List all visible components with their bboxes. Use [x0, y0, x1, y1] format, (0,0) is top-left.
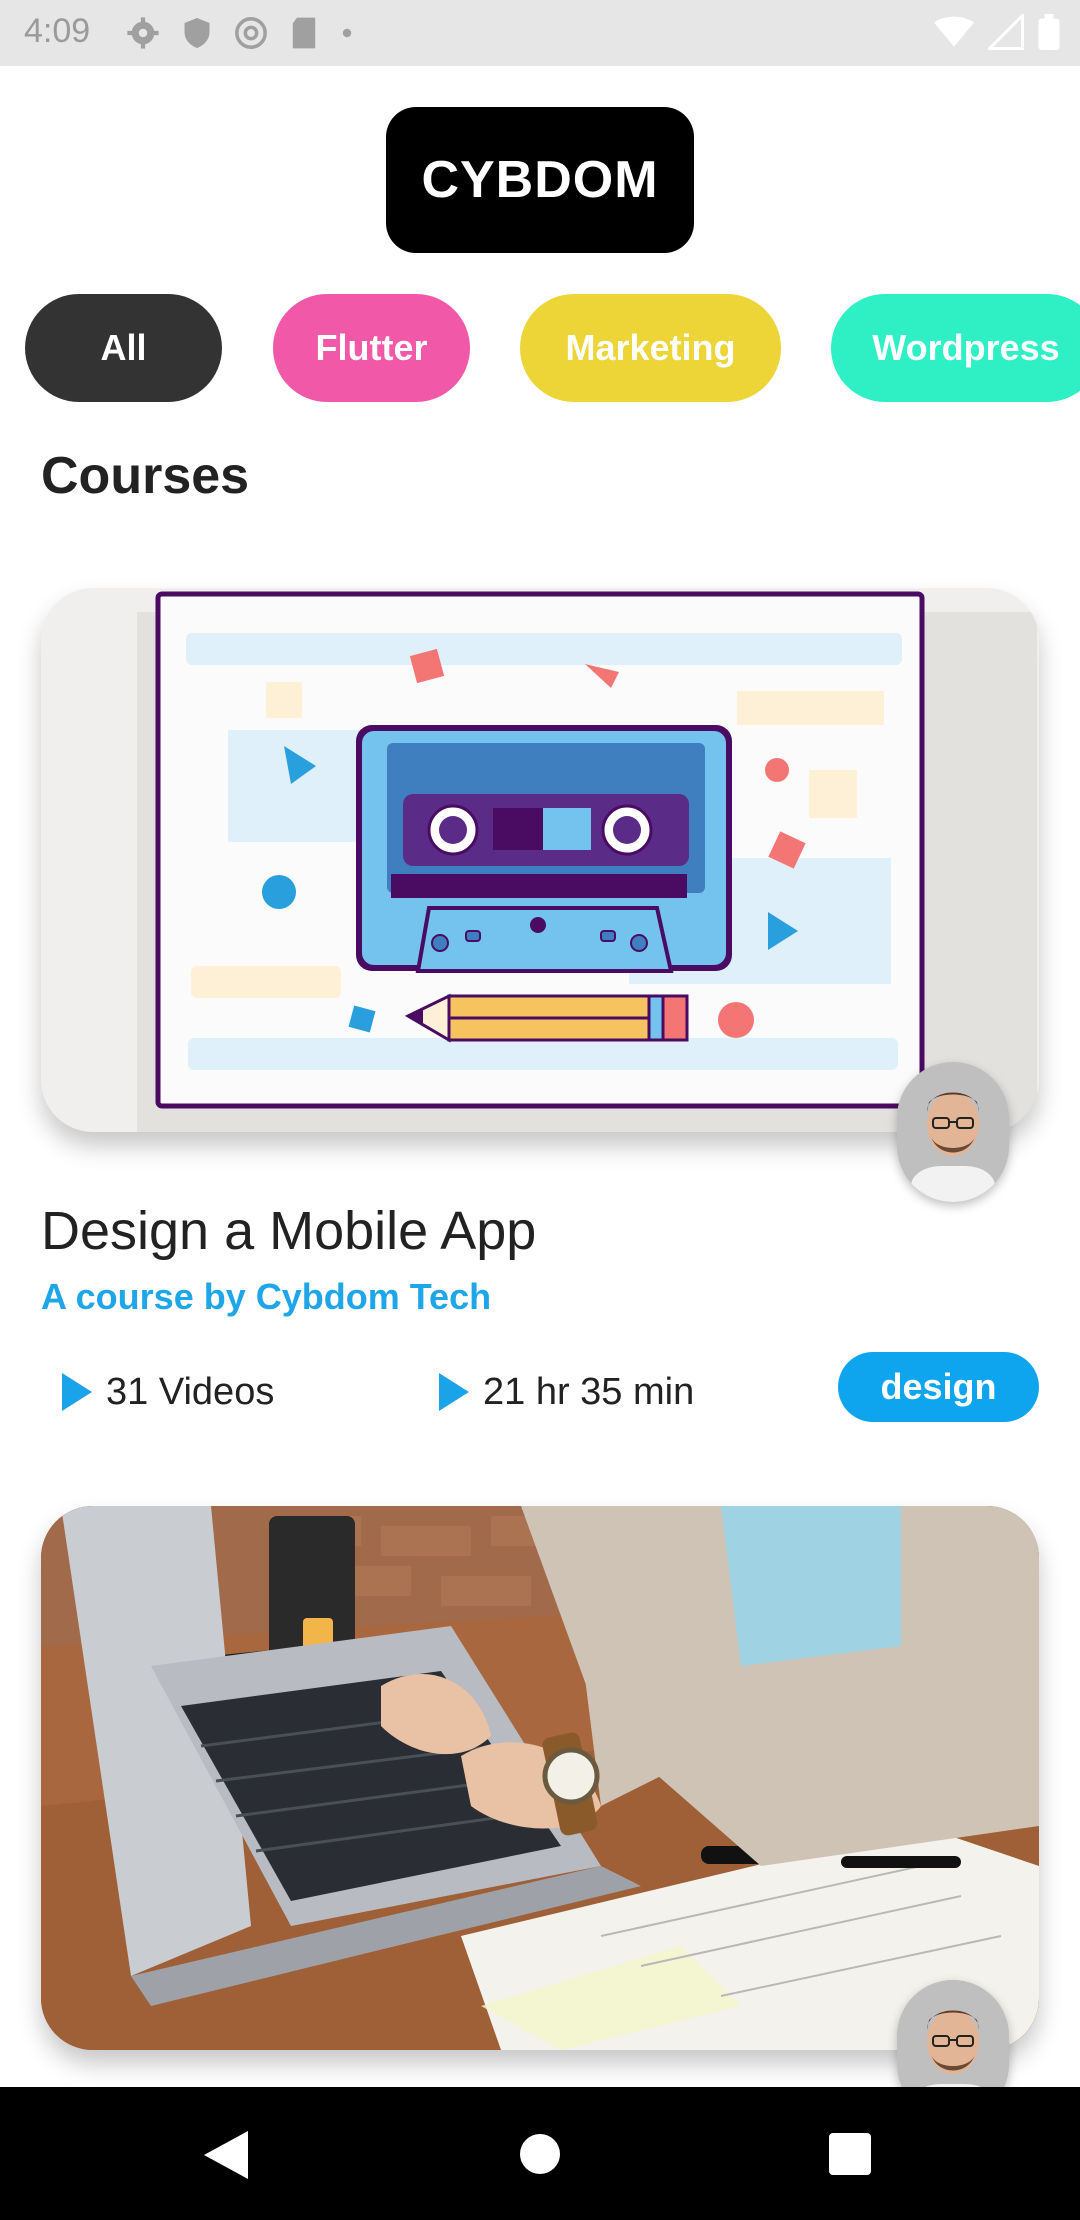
wifi-icon [934, 16, 974, 47]
course-image-laptop[interactable] [41, 1506, 1039, 2050]
status-icons-left [126, 16, 354, 50]
videos-count-label: 31 Videos [106, 1370, 275, 1413]
videos-count: 31 Videos [62, 1360, 274, 1424]
sync-icon [235, 17, 267, 49]
course-tag[interactable]: design [838, 1352, 1039, 1422]
signal-icon [988, 14, 1024, 50]
play-icon [62, 1373, 92, 1411]
status-bar: 4:09 [0, 0, 1080, 66]
chip-all[interactable]: All [25, 294, 222, 402]
chip-flutter[interactable]: Flutter [273, 294, 470, 402]
category-chips: All Flutter Marketing Wordpress [0, 294, 1080, 402]
sd-card-icon [292, 17, 316, 49]
dot-icon [342, 28, 352, 38]
app-logo: CYBDOM [386, 107, 694, 253]
recents-icon[interactable] [829, 2133, 871, 2175]
shield-icon [184, 18, 210, 48]
chip-marketing[interactable]: Marketing [520, 294, 781, 402]
course-image-cassette[interactable] [41, 588, 1039, 1132]
duration-label: 21 hr 35 min [483, 1370, 695, 1413]
course-author: A course by Cybdom Tech [41, 1276, 492, 1317]
play-icon [439, 1373, 469, 1411]
course-duration: 21 hr 35 min [439, 1360, 694, 1424]
course-title[interactable]: Design a Mobile App [41, 1200, 536, 1262]
battery-icon [1038, 14, 1060, 50]
cassette-illustration [137, 591, 1037, 1132]
status-time: 4:09 [24, 12, 91, 50]
section-title: Courses [41, 447, 250, 505]
chip-wordpress[interactable]: Wordpress [831, 294, 1080, 402]
author-avatar[interactable] [897, 1062, 1009, 1202]
avatar-man-glasses [897, 1062, 1009, 1202]
back-icon[interactable] [204, 2131, 248, 2179]
laptop-typing-photo [41, 1506, 1039, 2050]
status-icons-right [934, 14, 1060, 50]
settings-icon [127, 17, 159, 49]
home-icon[interactable] [519, 2133, 561, 2175]
system-nav-bar [0, 2087, 1080, 2220]
